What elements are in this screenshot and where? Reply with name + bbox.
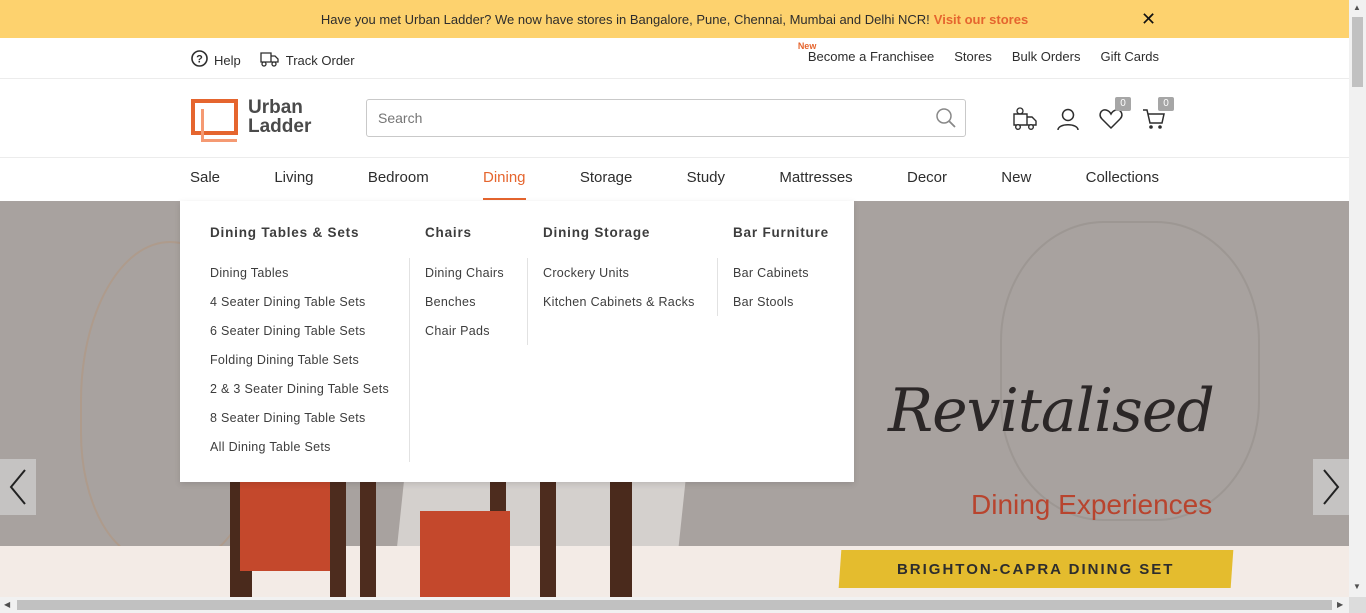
search-box [366, 99, 966, 137]
menu-column-dining-storage: Dining Storage Crockery Units Kitchen Ca… [543, 225, 695, 324]
menu-column-title[interactable]: Bar Furniture [733, 225, 829, 240]
hero-subline: Dining Experiences [971, 489, 1213, 520]
scroll-down-arrow-icon[interactable]: ▼ [1353, 582, 1361, 591]
bulk-orders-link[interactable]: Bulk Orders [1012, 49, 1081, 64]
menu-link[interactable]: Bar Cabinets [733, 266, 829, 295]
scroll-right-arrow-icon[interactable]: ▶ [1337, 600, 1343, 609]
menu-divider [409, 258, 410, 462]
menu-link[interactable]: Kitchen Cabinets & Racks [543, 295, 695, 324]
search-icon[interactable] [935, 107, 957, 134]
cart-icon[interactable]: 0 [1141, 97, 1174, 132]
nav-item-sale[interactable]: Sale [190, 158, 220, 201]
nav-item-new[interactable]: New [1001, 158, 1031, 201]
scroll-left-arrow-icon[interactable]: ◀ [4, 600, 10, 609]
chevron-right-icon [1323, 469, 1340, 505]
gift-cards-link[interactable]: Gift Cards [1100, 49, 1159, 64]
track-order-link[interactable]: Track Order [259, 49, 355, 71]
carousel-next-button[interactable] [1313, 459, 1349, 515]
menu-link[interactable]: Benches [425, 295, 504, 324]
menu-link[interactable]: 8 Seater Dining Table Sets [210, 411, 389, 440]
menu-link[interactable]: Dining Chairs [425, 266, 504, 295]
announcement-text: Have you met Urban Ladder? We now have s… [320, 11, 930, 27]
search-input[interactable] [367, 100, 927, 136]
nav-item-living[interactable]: Living [274, 158, 313, 201]
menu-link[interactable]: 4 Seater Dining Table Sets [210, 295, 389, 324]
menu-column-title[interactable]: Dining Storage [543, 225, 695, 240]
user-icon[interactable] [1055, 106, 1081, 132]
menu-column-dining-tables: Dining Tables & Sets Dining Tables 4 Sea… [210, 225, 389, 469]
menu-link[interactable]: Folding Dining Table Sets [210, 353, 389, 382]
menu-column-bar-furniture: Bar Furniture Bar Cabinets Bar Stools [733, 225, 829, 324]
announcement-bar: Have you met Urban Ladder? We now have s… [0, 0, 1349, 38]
utility-bar: ? Help Track Order New Become a Franchis… [0, 38, 1349, 79]
logo-line-1: Urban [248, 97, 303, 118]
menu-link[interactable]: Crockery Units [543, 266, 695, 295]
menu-link[interactable]: Bar Stools [733, 295, 829, 324]
carousel-prev-button[interactable] [0, 459, 36, 515]
main-header: Urban Ladder 0 0 [0, 79, 1349, 158]
help-icon: ? [191, 50, 208, 70]
logo-mark-icon [191, 99, 238, 142]
franchise-label: Become a Franchisee [807, 49, 935, 64]
vertical-scrollbar[interactable]: ▲ ▼ [1349, 0, 1366, 613]
nav-item-storage[interactable]: Storage [580, 158, 633, 201]
close-icon[interactable]: ✕ [1141, 9, 1156, 30]
svg-text:?: ? [196, 54, 203, 66]
vertical-scroll-thumb[interactable] [1352, 17, 1363, 87]
category-nav: Sale Living Bedroom Dining Storage Study Mattr… [0, 158, 1349, 201]
nav-item-dining[interactable]: Dining [483, 158, 526, 201]
menu-link[interactable]: 6 Seater Dining Table Sets [210, 324, 389, 353]
product-banner-label: BRIGHTON-CAPRA DINING SET [897, 560, 1175, 578]
floral-decoration-right [1000, 221, 1260, 521]
truck-icon [259, 49, 280, 71]
menu-divider [717, 258, 718, 316]
cart-count-badge: 0 [1158, 97, 1174, 111]
new-badge: New [797, 41, 817, 51]
wishlist-heart-icon[interactable]: 0 [1098, 97, 1131, 132]
hero-headline: Revitalised [888, 376, 1215, 446]
track-order-label: Track Order [285, 52, 355, 68]
logo-line-2: Ladder [248, 116, 312, 137]
become-franchisee-link[interactable]: New Become a Franchisee [798, 41, 935, 64]
wishlist-count-badge: 0 [1115, 97, 1131, 111]
delivery-truck-icon[interactable] [1012, 106, 1038, 132]
nav-item-mattresses[interactable]: Mattresses [779, 158, 852, 201]
menu-column-chairs: Chairs Dining Chairs Benches Chair Pads [425, 225, 504, 353]
nav-item-decor[interactable]: Decor [907, 158, 947, 201]
dining-mega-menu: Dining Tables & Sets Dining Tables 4 Sea… [180, 201, 854, 482]
chevron-left-icon [9, 469, 26, 505]
stores-link[interactable]: Stores [954, 49, 992, 64]
urban-ladder-logo[interactable]: Urban Ladder [191, 98, 311, 142]
menu-link[interactable]: Chair Pads [425, 324, 504, 353]
nav-item-collections[interactable]: Collections [1086, 158, 1159, 201]
menu-link[interactable]: Dining Tables [210, 266, 389, 295]
horizontal-scrollbar[interactable]: ◀ ▶ [0, 597, 1349, 613]
menu-link[interactable]: All Dining Table Sets [210, 440, 389, 469]
menu-link[interactable]: 2 & 3 Seater Dining Table Sets [210, 382, 389, 411]
nav-item-study[interactable]: Study [687, 158, 725, 201]
menu-column-title[interactable]: Dining Tables & Sets [210, 225, 389, 240]
help-label: Help [214, 52, 241, 68]
logo-text: Urban Ladder [248, 98, 311, 136]
scrollbar-corner [1349, 597, 1366, 613]
visit-stores-link[interactable]: Visit our stores [934, 12, 1028, 27]
scroll-up-arrow-icon[interactable]: ▲ [1353, 3, 1361, 12]
menu-column-title[interactable]: Chairs [425, 225, 504, 240]
header-icons: 0 0 [1012, 97, 1174, 132]
menu-divider [527, 258, 528, 345]
nav-item-bedroom[interactable]: Bedroom [368, 158, 429, 201]
horizontal-scroll-thumb[interactable] [17, 600, 1332, 610]
product-banner[interactable]: BRIGHTON-CAPRA DINING SET [838, 550, 1234, 588]
help-link[interactable]: ? Help [191, 50, 241, 70]
